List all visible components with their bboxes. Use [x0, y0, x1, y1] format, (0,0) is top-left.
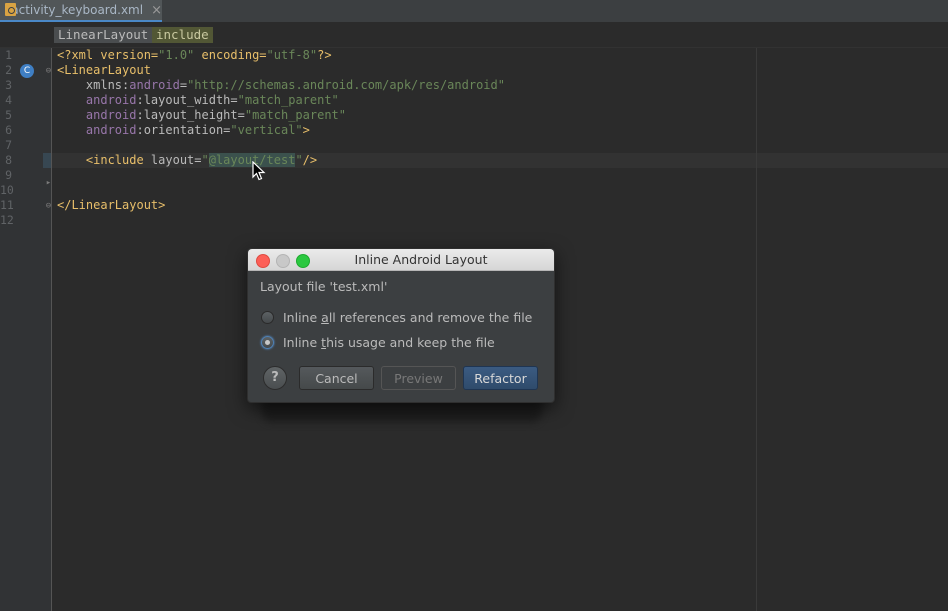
line-numbers: 1 2 3 4 5 6 7 8 9 10 11 12: [0, 48, 18, 228]
option-inline-this-label: Inline this usage and keep the file: [283, 334, 495, 350]
option-inline-all-label: Inline all references and remove the fil…: [283, 309, 533, 325]
dialog-title: Inline Android Layout: [354, 252, 488, 267]
code-line: <LinearLayout: [57, 63, 151, 77]
radio-inline-all[interactable]: [261, 310, 274, 324]
related-file-marker-icon[interactable]: C: [20, 64, 34, 78]
line-number: 4: [5, 93, 12, 107]
code-line: </LinearLayout>: [57, 198, 166, 212]
code-line: xmlns:android="http://schemas.android.co…: [85, 78, 505, 92]
help-button[interactable]: ?: [263, 366, 287, 390]
right-margin-guide: [756, 48, 757, 611]
line-number: 1: [5, 48, 12, 62]
line-number: 12: [0, 213, 14, 227]
change-marker[interactable]: [43, 153, 51, 168]
dialog-message: Layout file 'test.xml': [260, 279, 388, 294]
breadcrumb-linearlayout[interactable]: LinearLayout: [54, 27, 153, 43]
code-lines: <?xml version="1.0" encoding="utf-8"?> <…: [57, 48, 505, 228]
refactor-button[interactable]: Refactor: [463, 366, 538, 390]
code-line: <?xml version="1.0" encoding="utf-8"?>: [57, 48, 332, 62]
xml-file-icon: [4, 3, 16, 17]
line-number: 7: [5, 138, 12, 152]
line-number: 2: [5, 63, 12, 77]
line-number: 11: [0, 198, 14, 212]
editor-gutter[interactable]: 1 2 3 4 5 6 7 8 9 10 11 12 C ⊖ ▸ ⊖: [0, 48, 52, 611]
editor-tab-bar: activity_keyboard.xml ×: [0, 0, 948, 23]
line-number: 9: [5, 168, 12, 182]
preview-button[interactable]: Preview: [381, 366, 456, 390]
breadcrumb: LinearLayout include: [0, 23, 948, 48]
line-number: 6: [5, 123, 12, 137]
dialog-titlebar[interactable]: Inline Android Layout: [248, 249, 554, 271]
inline-android-layout-dialog: Inline Android Layout Layout file 'test.…: [247, 248, 555, 403]
cancel-button[interactable]: Cancel: [299, 366, 374, 390]
line-number: 10: [0, 183, 14, 197]
code-line: android:layout_width="match_parent": [85, 93, 339, 107]
close-icon[interactable]: ×: [151, 3, 162, 18]
tab-activity-keyboard[interactable]: activity_keyboard.xml ×: [0, 0, 162, 22]
breadcrumb-include[interactable]: include: [152, 27, 213, 43]
option-inline-all[interactable]: Inline all references and remove the fil…: [261, 308, 532, 326]
code-line: <include layout="@layout/test"/>: [85, 153, 318, 167]
option-inline-this[interactable]: Inline this usage and keep the file: [261, 333, 495, 351]
mouse-pointer-icon: [252, 161, 266, 181]
line-number: 5: [5, 108, 12, 122]
code-line: android:layout_height="match_parent": [85, 108, 347, 122]
radio-inline-this[interactable]: [261, 335, 274, 349]
line-number: 3: [5, 78, 12, 92]
line-number: 8: [5, 153, 12, 167]
tab-label: activity_keyboard.xml: [11, 3, 144, 17]
code-line: android:orientation="vertical">: [85, 123, 310, 137]
